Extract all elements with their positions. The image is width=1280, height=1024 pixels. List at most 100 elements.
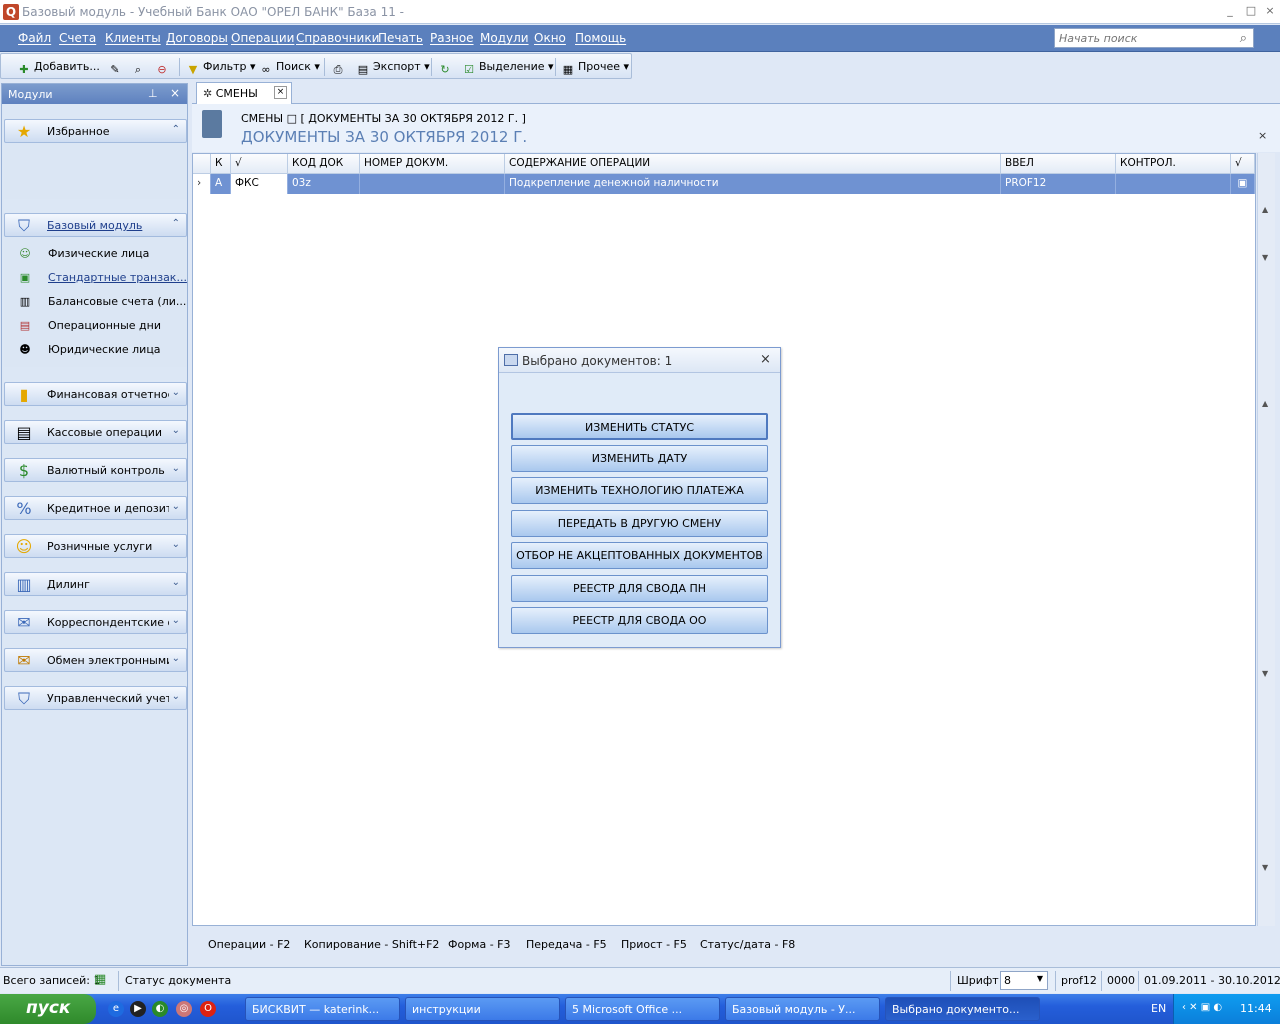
menu-clients[interactable]: Клиенты bbox=[105, 31, 161, 45]
search-icon[interactable]: ⌕ bbox=[1240, 31, 1247, 46]
column-header-code[interactable]: КОД ДОК bbox=[288, 154, 360, 174]
item-individuals[interactable]: ☺ Физические лица bbox=[18, 247, 149, 260]
export-button[interactable]: ▤ Экспорт ▾ bbox=[356, 58, 430, 76]
scroll-down-icon[interactable]: ▼ bbox=[1262, 253, 1268, 262]
taskbar-item-folder[interactable]: инструкции bbox=[405, 997, 560, 1021]
group-credit-deposit[interactable]: %Кредитное и депозитное⌄ bbox=[4, 496, 187, 520]
registry-oo-button[interactable]: РЕЕСТР ДЛЯ СВОДА ОО bbox=[511, 607, 768, 634]
item-operational-days[interactable]: ▤ Операционные дни bbox=[18, 319, 161, 332]
item-balance-accounts[interactable]: ▥ Балансовые счета (ли... bbox=[18, 295, 187, 308]
font-size-select[interactable]: 8 ▼ bbox=[1000, 971, 1048, 990]
delete-button[interactable]: ⊖ bbox=[155, 58, 172, 76]
find-button[interactable]: ∞ Поиск ▾ bbox=[259, 58, 319, 76]
menu-print[interactable]: Печать bbox=[378, 31, 423, 45]
taskbar-item-dialog[interactable]: Выбрано документо... bbox=[885, 997, 1040, 1021]
tray-icons[interactable]: ‹ ✕ ▣ ◐ bbox=[1182, 1002, 1222, 1013]
column-header-content[interactable]: СОДЕРЖАНИЕ ОПЕРАЦИИ bbox=[505, 154, 1001, 174]
group-cash-operations[interactable]: ▤ Кассовые операции ⌄ bbox=[4, 420, 187, 444]
change-date-button[interactable]: ИЗМЕНИТЬ ДАТУ bbox=[511, 445, 768, 472]
fkey-operations[interactable]: Операции - F2 bbox=[208, 938, 290, 951]
scroll-up-icon[interactable]: ▲ bbox=[1262, 205, 1268, 214]
column-header-k[interactable]: К bbox=[211, 154, 231, 174]
fkey-transfer[interactable]: Передача - F5 bbox=[526, 938, 607, 951]
print-button[interactable]: ⎙ bbox=[331, 58, 348, 76]
taskbar-item-opera[interactable]: БИСКВИТ — katerink... bbox=[245, 997, 400, 1021]
cell-number[interactable] bbox=[360, 174, 505, 194]
ie-icon[interactable]: e bbox=[108, 1001, 124, 1017]
maximize-button[interactable]: □ bbox=[1243, 4, 1259, 18]
cell-content[interactable]: Подкрепление денежной наличности bbox=[505, 174, 1001, 194]
menu-window[interactable]: Окно bbox=[534, 31, 566, 45]
cell-code[interactable]: 03z bbox=[288, 174, 360, 194]
selection-button[interactable]: ☑ Выделение ▾ bbox=[462, 58, 553, 76]
scroll-up-icon[interactable]: ▲ bbox=[1262, 399, 1268, 408]
dialog-close-icon[interactable]: × bbox=[760, 352, 771, 367]
start-button[interactable]: пуск bbox=[0, 994, 96, 1024]
row-pointer-icon[interactable]: › bbox=[193, 174, 211, 194]
close-button[interactable]: × bbox=[1262, 4, 1278, 18]
menu-help[interactable]: Помощь bbox=[575, 31, 626, 45]
fkey-copy[interactable]: Копирование - Shift+F2 bbox=[304, 938, 439, 951]
row-select-checkbox[interactable]: ▣ bbox=[1231, 174, 1255, 194]
other-button[interactable]: ▦ Прочее ▾ bbox=[561, 58, 629, 76]
group-correspondent[interactable]: ✉Корреспондентские отн⌄ bbox=[4, 610, 187, 634]
opera-icon[interactable]: O bbox=[200, 1001, 216, 1017]
change-status-button[interactable]: ИЗМЕНИТЬ СТАТУС bbox=[511, 413, 768, 440]
fkey-status-date[interactable]: Статус/дата - F8 bbox=[700, 938, 795, 951]
column-header-entered[interactable]: ВВЕЛ bbox=[1001, 154, 1116, 174]
menu-modules[interactable]: Модули bbox=[480, 31, 529, 45]
cell-control[interactable] bbox=[1116, 174, 1231, 194]
group-base-module[interactable]: ⛉ Базовый модуль ⌃ bbox=[4, 213, 187, 237]
column-header-control[interactable]: КОНТРОЛ. bbox=[1116, 154, 1231, 174]
refresh-button[interactable]: ↻ bbox=[438, 58, 455, 76]
fkey-form[interactable]: Форма - F3 bbox=[448, 938, 511, 951]
pin-icon[interactable]: ⊥ bbox=[148, 87, 158, 100]
group-management-accounting[interactable]: ⛉ Управленческий учет ⌄ bbox=[4, 686, 187, 710]
taskbar-item-base-module[interactable]: Базовый модуль - У... bbox=[725, 997, 880, 1021]
close-panel-icon[interactable]: × bbox=[170, 86, 180, 100]
close-tab-icon[interactable]: × bbox=[274, 86, 287, 99]
group-retail-services[interactable]: ☺ Розничные услуги ⌄ bbox=[4, 534, 187, 558]
column-header-number[interactable]: НОМЕР ДОКУМ. bbox=[360, 154, 505, 174]
change-payment-tech-button[interactable]: ИЗМЕНИТЬ ТЕХНОЛОГИЮ ПЛАТЕЖА bbox=[511, 477, 768, 504]
quicklaunch-icon[interactable]: ◐ bbox=[152, 1001, 168, 1017]
taskbar-item-office[interactable]: 5 Microsoft Office ... bbox=[565, 997, 720, 1021]
transfer-shift-button[interactable]: ПЕРЕДАТЬ В ДРУГУЮ СМЕНУ bbox=[511, 510, 768, 537]
scroll-down-icon[interactable]: ▼ bbox=[1262, 863, 1268, 872]
media-player-icon[interactable]: ▶ bbox=[130, 1001, 146, 1017]
scroll-down-icon[interactable]: ▼ bbox=[1262, 669, 1268, 678]
tab-shifts[interactable]: ✲ СМЕНЫ × bbox=[196, 82, 292, 104]
group-favorites[interactable]: ★ Избранное ⌃ bbox=[4, 119, 187, 143]
menu-accounts[interactable]: Счета bbox=[59, 31, 96, 45]
column-header-check[interactable]: √ bbox=[231, 154, 288, 174]
menu-contracts[interactable]: Договоры bbox=[166, 31, 228, 45]
minimize-button[interactable]: _ bbox=[1222, 4, 1238, 18]
group-financial-reporting[interactable]: ▮Финансовая отчетность⌄ bbox=[4, 382, 187, 406]
edit-button[interactable]: ✎ bbox=[108, 58, 125, 76]
select-unaccepted-button[interactable]: ОТБОР НЕ АКЦЕПТОВАННЫХ ДОКУМЕНТОВ bbox=[511, 542, 768, 569]
view-button[interactable]: ⌕ bbox=[131, 58, 148, 76]
add-button[interactable]: ✚ Добавить... bbox=[17, 58, 99, 76]
menu-operations[interactable]: Операции bbox=[231, 31, 294, 45]
filter-button[interactable]: ▼ Фильтр ▾ bbox=[186, 58, 256, 76]
cell-entered[interactable]: PROF12 bbox=[1001, 174, 1116, 194]
group-currency-control[interactable]: $ Валютный контроль ⌄ bbox=[4, 458, 187, 482]
quicklaunch-icon[interactable]: ◎ bbox=[176, 1001, 192, 1017]
group-dealing[interactable]: ▥ Дилинг ⌄ bbox=[4, 572, 187, 596]
vertical-scrollbar[interactable]: ▲ ▼ ▲ ▼ ▼ bbox=[1257, 153, 1275, 926]
cell-check[interactable]: ФКС bbox=[231, 174, 288, 194]
registry-pn-button[interactable]: РЕЕСТР ДЛЯ СВОДА ПН bbox=[511, 575, 768, 602]
language-indicator[interactable]: EN bbox=[1151, 1002, 1166, 1015]
search-input[interactable] bbox=[1055, 29, 1225, 47]
menu-misc[interactable]: Разное bbox=[430, 31, 474, 45]
item-legal-entities[interactable]: ☻ Юридические лица bbox=[18, 343, 160, 356]
menu-references[interactable]: Справочники bbox=[296, 31, 379, 45]
group-electronic-exchange[interactable]: ✉Обмен электронными д⌄ bbox=[4, 648, 187, 672]
close-document-icon[interactable]: × bbox=[1258, 129, 1267, 142]
item-standard-transactions[interactable]: ▣ Стандартные транзак... bbox=[18, 271, 187, 284]
fkey-pause[interactable]: Приост - F5 bbox=[621, 938, 687, 951]
calculator-icon[interactable]: ▦ bbox=[94, 972, 106, 987]
menu-file[interactable]: Файл bbox=[18, 31, 51, 45]
cell-k[interactable]: А bbox=[211, 174, 231, 194]
column-header-select[interactable]: √ bbox=[1231, 154, 1255, 174]
